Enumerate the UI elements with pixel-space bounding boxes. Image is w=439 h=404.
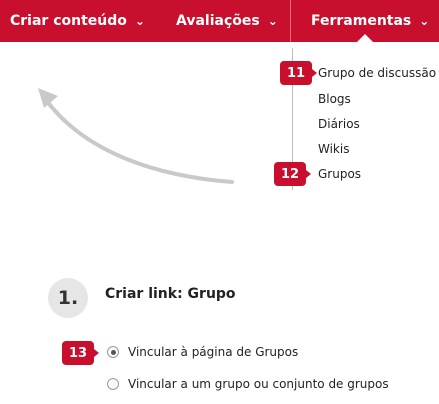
step-badge-13: 13	[62, 341, 99, 365]
step-title: Criar link: Grupo	[105, 286, 236, 302]
radio-button-selected[interactable]	[107, 346, 119, 358]
submenu-item-blogs[interactable]: Blogs	[318, 92, 351, 106]
submenu-item-grupo-de-discussao[interactable]: Grupo de discussão	[318, 66, 436, 80]
option-vincular-pagina-grupos[interactable]: Vincular à página de Grupos	[107, 345, 298, 359]
submenu-item-grupos[interactable]: Grupos	[318, 167, 361, 181]
option-label: Vincular a um grupo ou conjunto de grupo…	[128, 377, 389, 391]
submenu-item-wikis[interactable]: Wikis	[318, 142, 349, 156]
submenu-item-diarios[interactable]: Diários	[318, 117, 360, 131]
step-number: 1.	[48, 278, 88, 318]
option-vincular-grupo-conjunto[interactable]: Vincular a um grupo ou conjunto de grupo…	[107, 377, 389, 391]
step-badge-12: 12	[274, 162, 311, 186]
radio-button[interactable]	[107, 378, 119, 390]
step-badge-11: 11	[280, 61, 317, 85]
option-label: Vincular à página de Grupos	[128, 345, 299, 359]
